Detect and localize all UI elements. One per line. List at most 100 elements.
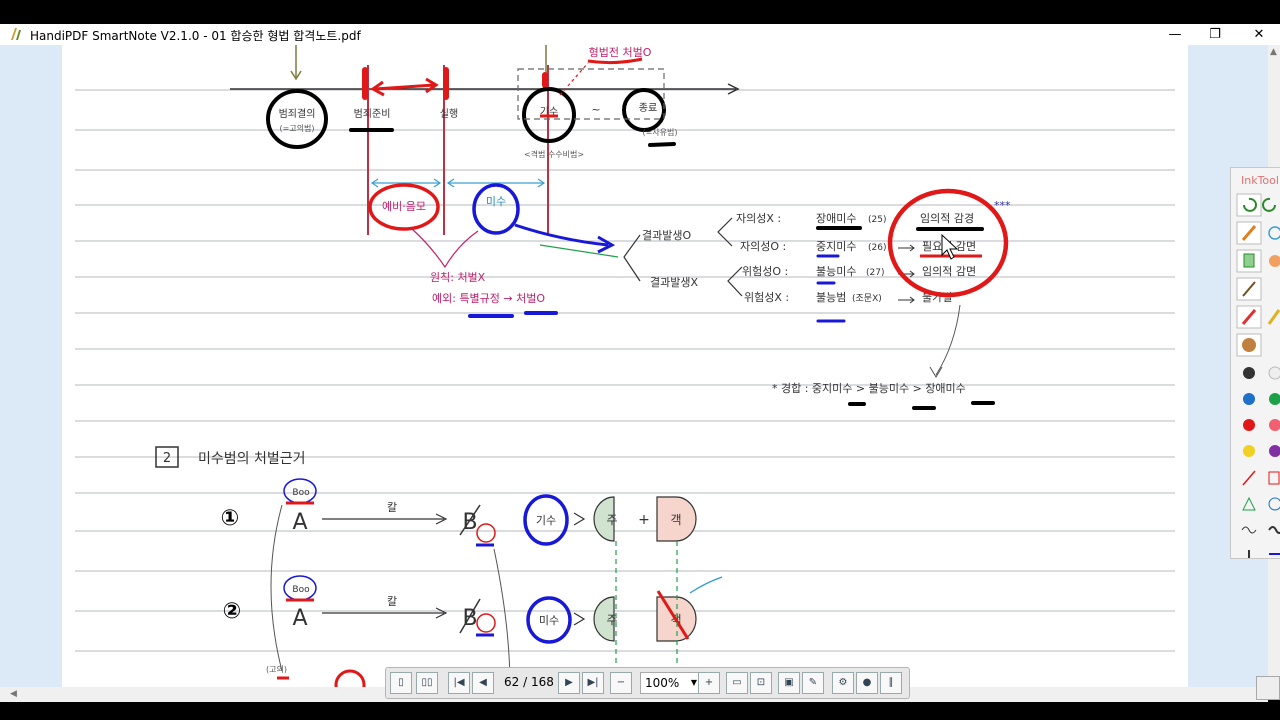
circle-misu (472, 183, 520, 235)
capture-icon[interactable]: ▣ (778, 672, 800, 694)
document-viewport[interactable]: 범죄결의 (=고의범) 범죄준비 실행 기수 종료 (=사유범) ~ <격범 수… (0, 45, 1268, 687)
next-page-icon[interactable]: ▶ (558, 672, 580, 694)
small-note: (고의) (266, 664, 287, 674)
row3-cond: 위험성O : (742, 265, 788, 278)
case-b-weapon: 칼 (387, 595, 397, 608)
hand-icon[interactable] (1269, 255, 1280, 267)
window-titlebar: HandiPDF SmartNote V2.1.0 - 01 합승한 형법 합격… (0, 24, 1280, 45)
redo-icon[interactable] (1262, 197, 1276, 212)
restore-button[interactable]: ❐ (1200, 25, 1230, 44)
color-red[interactable] (1243, 419, 1255, 431)
row1-name: 장애미수 (816, 212, 856, 225)
line-tool-icon[interactable] (1242, 470, 1256, 486)
edit-note-icon[interactable] (1256, 676, 1280, 700)
ruled-lines (75, 89, 1175, 652)
inktool-panel[interactable]: InkTool (1230, 167, 1280, 559)
minimize-button[interactable]: — (1160, 25, 1190, 44)
case-b-marker: ② (223, 599, 242, 624)
misu-types: 자의성X : 장애미수 (25) 임의적 감경 자의성O : 중지미수 (26)… (736, 212, 976, 304)
row3-effect: 임의적 감면 (922, 265, 976, 278)
case-a-weapon: 칼 (387, 501, 397, 514)
chevron-down-icon: ▼ (690, 678, 697, 687)
navigation-toolbar: ▯ ▯▯ |◀ ◀ 62 / 168 ▶ ▶| − 100% ▼ + ▭ ⊡ ▣ … (385, 667, 910, 699)
principle-text: 원칙: 처벌X (430, 271, 486, 284)
exception-text: 예외: 특별규정 → 처벌O (432, 292, 545, 305)
zoom-value: 100% (645, 676, 680, 690)
color-yellow[interactable] (1243, 445, 1255, 457)
record-icon[interactable]: ● (856, 672, 878, 694)
result-no: 결과발생X (650, 276, 698, 289)
fit-page-icon[interactable]: ⊡ (750, 672, 772, 694)
stars: *** (994, 199, 1011, 212)
circle-shape-icon[interactable] (1268, 226, 1280, 240)
fit-width-icon[interactable]: ▭ (726, 672, 748, 694)
color-white[interactable] (1268, 366, 1280, 380)
zoom-select[interactable]: 100% ▼ (640, 672, 702, 694)
red-double-arrow (370, 77, 439, 97)
close-button[interactable]: ✕ (1244, 25, 1274, 44)
screen-edge (0, 702, 1280, 720)
stage-label-5: 종료 (639, 102, 657, 114)
row4-art: (조문X) (852, 293, 882, 304)
zoom-out-icon[interactable]: − (610, 672, 632, 694)
continuous-page-icon[interactable]: ▯▯ (416, 672, 438, 694)
section-title: 미수범의 처벌근거 (198, 451, 306, 467)
case-a-victim: B (462, 510, 477, 535)
window-title: HandiPDF SmartNote V2.1.0 - 01 합승한 형법 합격… (30, 29, 361, 43)
case-a-plus: + (638, 512, 650, 528)
color-green[interactable] (1269, 393, 1280, 405)
zoom-in-icon[interactable]: + (698, 672, 720, 694)
page-indicator: 62 / 168 (504, 675, 554, 689)
pen-icon[interactable] (1236, 221, 1262, 245)
row2-art: (26) (868, 243, 886, 253)
last-page-icon[interactable]: ▶| (582, 672, 604, 694)
case-a-actor: A (292, 510, 307, 535)
stage-label-1: 범죄결의 (279, 108, 316, 120)
color-black[interactable] (1243, 367, 1255, 379)
handipdf-app-icon (11, 28, 21, 40)
note-icon[interactable]: ✎ (802, 672, 824, 694)
tilde-between: ~ (591, 103, 600, 116)
eraser-icon[interactable] (1236, 249, 1262, 273)
ellipse-tool-icon[interactable] (1268, 497, 1280, 511)
case-a-subjective: 주 (606, 513, 617, 527)
scroll-left-icon[interactable]: ◀ (10, 689, 17, 699)
under-giseu-note: <격범 수수비범> (524, 149, 584, 159)
highlighter-icon[interactable] (1236, 305, 1262, 329)
undo-icon[interactable] (1236, 193, 1262, 217)
magic-wand-icon[interactable] (1236, 277, 1262, 301)
color-pink[interactable] (1269, 419, 1280, 431)
case-b-actor: A (292, 606, 307, 631)
palette-icon[interactable] (1236, 333, 1262, 357)
inktool-title: InkTool (1241, 174, 1279, 187)
pencil-icon[interactable] (1267, 309, 1280, 325)
stage-sublabel-1: (=고의범) (279, 123, 314, 133)
row2-name: 중지미수 (816, 240, 856, 253)
row1-effect: 임의적 감경 (920, 212, 974, 225)
stage-label-2: 범죄준비 (354, 108, 391, 120)
result-yes: 결과발생O (642, 229, 691, 242)
app-logo-icon[interactable]: ∥ (880, 672, 902, 694)
red-stage-marks (362, 67, 548, 100)
stage-label-3: 실행 (440, 108, 458, 120)
triangle-tool-icon[interactable] (1242, 496, 1256, 511)
previous-page-icon[interactable]: ◀ (472, 672, 494, 694)
rect-tool-icon[interactable] (1268, 471, 1280, 485)
row3-name: 불능미수 (816, 265, 856, 278)
compare-text: * 경합 : 중지미수 > 불능미수 > 장애미수 (772, 382, 966, 395)
misu-label: 미수 (486, 195, 506, 208)
settings-icon[interactable]: ⚙ (832, 672, 854, 694)
row1-cond: 자의성X : (736, 212, 781, 225)
top-punish-label: 형법전 처벌O (589, 46, 652, 59)
wave-thick-icon[interactable] (1268, 526, 1280, 534)
scroll-up-icon[interactable]: ▲ (1270, 47, 1277, 57)
wave-tool-icon[interactable] (1241, 526, 1257, 534)
single-page-icon[interactable]: ▯ (390, 672, 412, 694)
color-purple[interactable] (1269, 445, 1280, 457)
stage-sublabel-5: (=사유범) (642, 127, 677, 137)
case-a-marker: ① (221, 506, 240, 531)
case-a-bo: Boo (292, 488, 310, 498)
color-blue[interactable] (1243, 393, 1255, 405)
row3-art: (27) (866, 268, 884, 278)
first-page-icon[interactable]: |◀ (448, 672, 470, 694)
